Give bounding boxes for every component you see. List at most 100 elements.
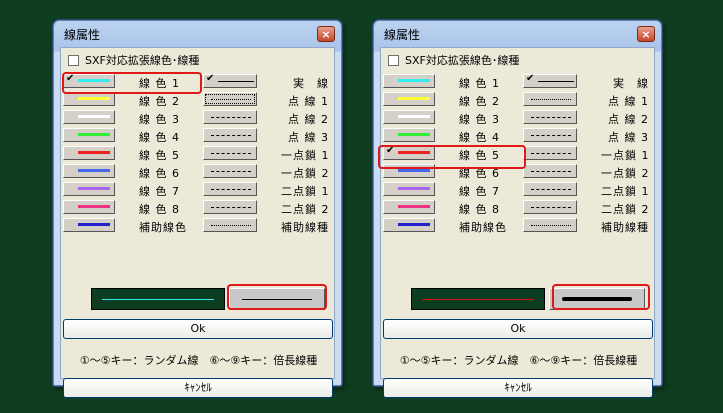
- color-swatch: [78, 223, 110, 226]
- line-type-button[interactable]: [203, 182, 257, 196]
- checkmark-icon: ✔: [206, 73, 215, 84]
- attribute-row: 線 色 1 ✔ 実 線: [381, 73, 656, 91]
- line-color-button[interactable]: [383, 200, 435, 214]
- line-width-preview-button[interactable]: [229, 288, 325, 310]
- line-type-button[interactable]: [203, 164, 257, 178]
- checkbox-box[interactable]: [68, 54, 79, 66]
- line-type-label: 点 線 1: [288, 95, 329, 108]
- ok-button[interactable]: Ok: [63, 319, 333, 339]
- attribute-row: 線 色 2 点 線 1: [381, 91, 656, 109]
- attribute-row: ✔ 線 色 5 一点鎖 1: [381, 145, 656, 163]
- key-hint-text: ①～⑤キー：ランダム線 ⑥～⑨キー：倍長線種: [399, 354, 638, 367]
- title-bar[interactable]: 線属性 ×: [374, 21, 661, 47]
- line-type-button[interactable]: ✔: [523, 73, 577, 88]
- line-color-button[interactable]: [63, 92, 115, 106]
- attribute-row: 線 色 7 二点鎖 1: [381, 181, 656, 199]
- checkbox-label: SXF対応拡張線色･線種: [85, 54, 200, 67]
- line-color-button[interactable]: [63, 200, 115, 214]
- line-type-button[interactable]: [523, 200, 577, 214]
- checkbox-box[interactable]: [388, 54, 399, 66]
- attribute-row: 線 色 4 点 線 3: [381, 127, 656, 145]
- line-color-button[interactable]: ✔: [383, 145, 435, 160]
- line-color-label: 線 色 8: [459, 203, 500, 216]
- line-type-label: 実 線: [613, 77, 649, 90]
- line-type-label: 点 線 2: [288, 113, 329, 126]
- line-type-button[interactable]: [203, 146, 257, 160]
- checkmark-icon: ✔: [526, 73, 535, 84]
- line-color-label: 線 色 5: [459, 149, 500, 162]
- line-type-sample: [531, 225, 571, 226]
- cancel-button[interactable]: ｷｬﾝｾﾙ: [383, 378, 653, 398]
- line-color-label: 線 色 7: [139, 185, 180, 198]
- line-type-button[interactable]: [203, 218, 257, 232]
- line-attribute-dialog-1: 線属性 × SXF対応拡張線色･線種 ✔ 線 色 1 ✔ 実 線線 色 2点 線 1線…: [53, 20, 342, 398]
- line-type-button[interactable]: [203, 110, 257, 124]
- cancel-button[interactable]: ｷｬﾝｾﾙ: [63, 378, 333, 398]
- attribute-row: 補助線色 補助線種: [61, 217, 336, 235]
- line-color-button[interactable]: [63, 218, 115, 232]
- line-type-sample: [538, 81, 574, 82]
- close-button[interactable]: ×: [637, 26, 655, 42]
- line-type-sample: [211, 117, 251, 118]
- line-color-button[interactable]: [383, 218, 435, 232]
- line-type-label: 二点鎖 1: [601, 185, 650, 198]
- line-color-button[interactable]: [63, 128, 115, 142]
- line-color-button[interactable]: [63, 164, 115, 178]
- attribute-row: 線 色 4 点 線 3: [61, 127, 336, 145]
- sxf-extended-checkbox[interactable]: SXF対応拡張線色･線種: [68, 52, 199, 68]
- line-color-button[interactable]: [383, 164, 435, 178]
- preview-width-line: [562, 297, 632, 301]
- line-type-button[interactable]: [523, 92, 577, 106]
- line-color-button[interactable]: [383, 74, 435, 88]
- color-swatch: [398, 97, 430, 100]
- line-type-label: 補助線種: [281, 221, 329, 234]
- line-type-sample: [211, 153, 251, 154]
- dialog-title: 線属性: [64, 28, 101, 42]
- line-color-label: 線 色 3: [139, 113, 180, 126]
- line-color-button[interactable]: [63, 182, 115, 196]
- line-type-sample: [531, 117, 571, 118]
- ok-button[interactable]: Ok: [383, 319, 653, 339]
- line-type-label: 実 線: [293, 77, 329, 90]
- attribute-row: 線 色 3 点 線 2: [381, 109, 656, 127]
- color-swatch: [398, 205, 430, 208]
- line-type-button[interactable]: [203, 92, 257, 106]
- sxf-extended-checkbox[interactable]: SXF対応拡張線色･線種: [388, 52, 519, 68]
- line-type-label: 点 線 3: [608, 131, 649, 144]
- line-type-button[interactable]: [203, 128, 257, 142]
- color-swatch: [78, 97, 110, 100]
- line-color-label: 線 色 5: [139, 149, 180, 162]
- attribute-row: 線 色 8 二点鎖 2: [381, 199, 656, 217]
- line-color-label: 線 色 4: [139, 131, 180, 144]
- line-type-button[interactable]: [523, 218, 577, 232]
- color-swatch: [398, 133, 430, 136]
- line-color-button[interactable]: [383, 128, 435, 142]
- line-color-button[interactable]: [383, 110, 435, 124]
- line-type-button[interactable]: [523, 146, 577, 160]
- line-type-label: 一点鎖 1: [281, 149, 330, 162]
- attribute-row: ✔ 線 色 1 ✔ 実 線: [61, 73, 336, 91]
- title-bar[interactable]: 線属性 ×: [54, 21, 341, 47]
- line-type-sample: [211, 99, 251, 100]
- close-button[interactable]: ×: [317, 26, 335, 42]
- color-preview: [91, 288, 225, 310]
- attribute-row: 線 色 2 点 線 1: [61, 91, 336, 109]
- line-color-button[interactable]: [63, 110, 115, 124]
- line-color-button[interactable]: [383, 182, 435, 196]
- line-color-button[interactable]: [383, 92, 435, 106]
- attribute-row: 補助線色 補助線種: [381, 217, 656, 235]
- line-type-button[interactable]: [523, 110, 577, 124]
- line-type-button[interactable]: [203, 200, 257, 214]
- line-color-label: 線 色 4: [459, 131, 500, 144]
- line-type-button[interactable]: ✔: [203, 73, 257, 88]
- line-type-label: 一点鎖 1: [601, 149, 650, 162]
- line-type-button[interactable]: [523, 164, 577, 178]
- line-color-label: 線 色 1: [459, 77, 500, 90]
- color-swatch: [78, 79, 110, 82]
- line-type-button[interactable]: [523, 128, 577, 142]
- line-color-button[interactable]: ✔: [63, 73, 115, 88]
- line-width-preview-button[interactable]: [549, 288, 645, 310]
- line-type-sample: [211, 225, 251, 226]
- line-color-button[interactable]: [63, 146, 115, 160]
- line-type-button[interactable]: [523, 182, 577, 196]
